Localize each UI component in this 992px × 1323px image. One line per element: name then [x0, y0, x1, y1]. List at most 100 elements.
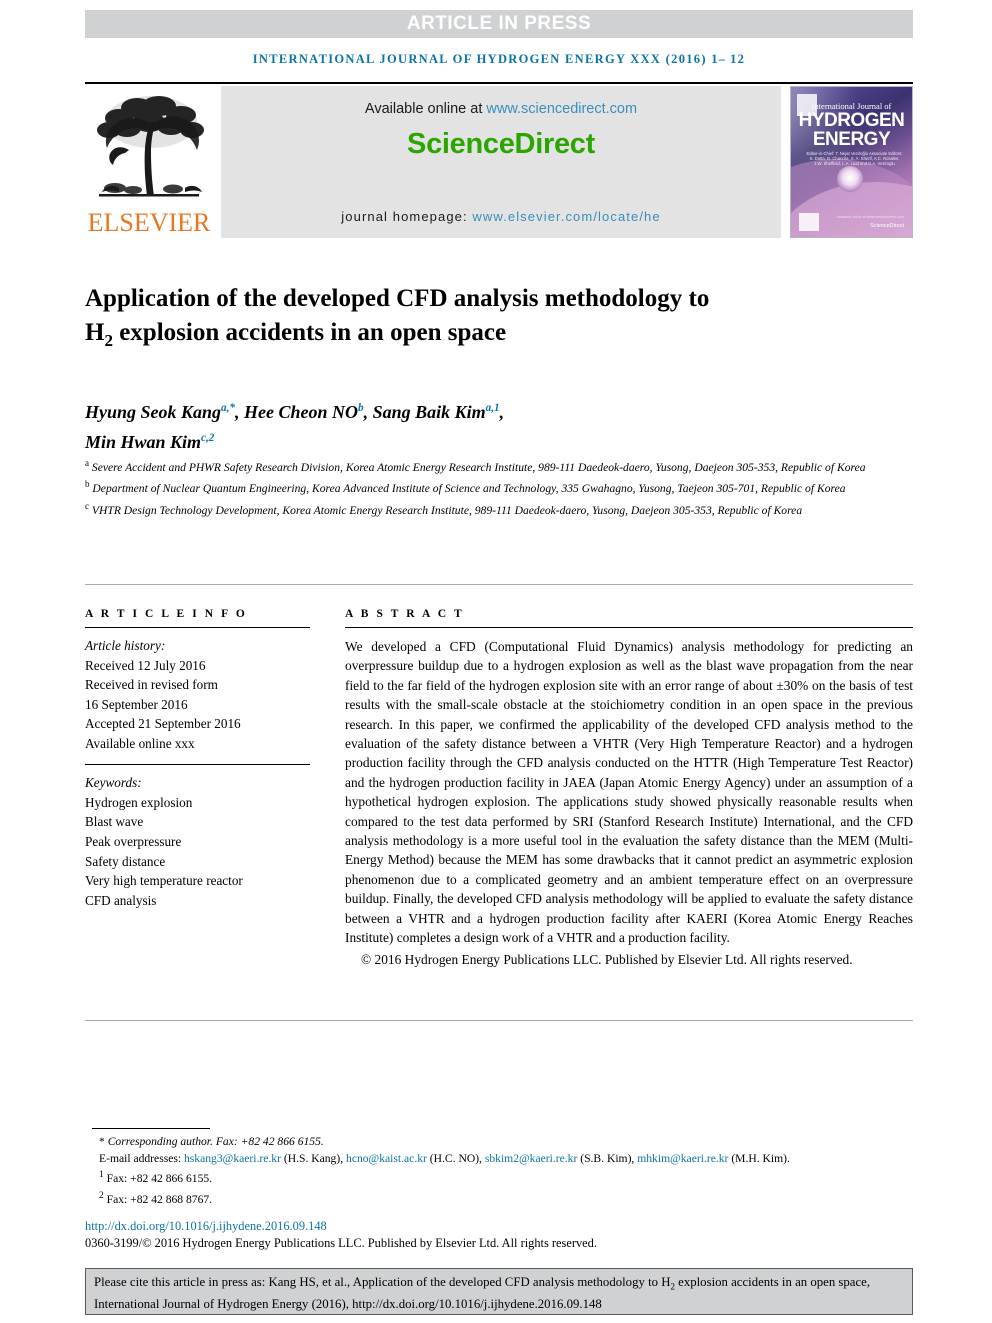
corresponding-author-text: Corresponding author. Fax: +82 42 866 61…	[107, 1135, 324, 1148]
article-first-page: ARTICLE IN PRESS INTERNATIONAL JOURNAL O…	[0, 0, 992, 1323]
doi-link[interactable]: http://dx.doi.org/10.1016/j.ijhydene.201…	[85, 1219, 327, 1234]
abstract-copyright: © 2016 Hydrogen Energy Publications LLC.…	[361, 951, 853, 967]
info-section-top-rule	[85, 584, 913, 585]
journal-homepage-prefix: journal homepage:	[341, 209, 473, 224]
cite-this-article-box: Please cite this article in press as: Ka…	[85, 1268, 913, 1315]
keyword-item: CFD analysis	[85, 892, 157, 908]
author-affiliation-mark: c,2	[201, 432, 215, 444]
author-line-2: Min Hwan Kimc,2	[85, 425, 845, 455]
email-link[interactable]: sbkim2@kaeri.re.kr	[485, 1152, 577, 1165]
article-history-label: Article history:	[85, 638, 166, 653]
article-title: Application of the developed CFD analysi…	[85, 282, 725, 358]
keyword-item: Blast wave	[85, 814, 144, 830]
article-in-press-label: ARTICLE IN PRESS	[406, 13, 592, 34]
abstract-bottom-rule	[85, 1020, 913, 1021]
email-link[interactable]: hskang3@kaeri.re.kr	[184, 1152, 281, 1165]
elsevier-wordmark: ELSEVIER	[87, 208, 211, 237]
cite-part1: Please cite this article in press as: Ka…	[94, 1275, 671, 1289]
abstract-section: A B S T R A C T We developed a CFD (Comp…	[345, 608, 913, 969]
email-link[interactable]: hcno@kaist.ac.kr	[346, 1152, 427, 1165]
affiliation-text: VHTR Design Technology Development, Kore…	[91, 503, 803, 517]
keywords-label: Keywords:	[85, 775, 142, 791]
masthead-top-rule	[85, 82, 913, 84]
history-item: 16 September 2016	[85, 696, 188, 712]
cover-editors: Editor-in-Chief: T. Nejat Veziroğlu Asso…	[806, 151, 903, 167]
cover-title-hydrogen: HYDROGEN	[798, 110, 905, 131]
article-in-press-banner: ARTICLE IN PRESS	[85, 10, 913, 38]
footnote-2-mark: 2	[99, 1190, 104, 1201]
author-affiliation-mark: a,1	[485, 402, 500, 414]
keyword-item: Very high temperature reactor	[85, 873, 243, 889]
affiliation-item: a Severe Accident and PHWR Safety Resear…	[85, 455, 875, 476]
issn-copyright-line: 0360-3199/© 2016 Hydrogen Energy Publica…	[85, 1236, 597, 1250]
affiliation-mark: a	[85, 458, 90, 468]
article-title-subscript: 2	[104, 330, 113, 350]
abstract-heading: A B S T R A C T	[345, 608, 465, 620]
author-name[interactable]: Hyung Seok Kang	[85, 402, 221, 422]
author-name[interactable]: Min Hwan Kim	[85, 432, 201, 452]
article-info-heading: A R T I C L E I N F O	[85, 608, 248, 620]
journal-cover-thumbnail: International Journal of HYDROGEN ENERGY…	[790, 86, 913, 238]
masthead: ELSEVIER Available online at www.science…	[85, 86, 913, 238]
footnote-1-mark: 1	[99, 1170, 104, 1181]
journal-homepage-link[interactable]: www.elsevier.com/locate/he	[472, 209, 660, 224]
affiliation-list: a Severe Accident and PHWR Safety Resear…	[85, 455, 875, 519]
keyword-item: Peak overpressure	[85, 833, 182, 849]
footnote-1-text: Fax: +82 42 866 6155.	[106, 1172, 213, 1186]
keywords-rule	[85, 763, 310, 766]
affiliation-mark: c	[85, 500, 90, 511]
cover-iahe-logo-icon	[799, 213, 819, 231]
keyword-item: Hydrogen explosion	[85, 794, 193, 810]
cover-availability-tag: Available online at www.sciencedirect.co…	[836, 215, 904, 219]
available-online-prefix: Available online at	[364, 101, 487, 117]
email-owner: (H.C. NO),	[429, 1151, 485, 1165]
article-history-block: Article history: Received 12 July 2016 R…	[85, 636, 310, 754]
email-owner: (M.H. Kim).	[731, 1151, 790, 1165]
footnote-separator-rule	[92, 1128, 210, 1129]
abstract-body: We developed a CFD (Computational Fluid …	[345, 639, 913, 946]
cover-sciencedirect-brand: ScienceDirect	[870, 223, 904, 229]
author-line-1: Hyung Seok Kanga,*, Hee Cheon NOb, Sang …	[85, 402, 505, 422]
journal-homepage-line: journal homepage: www.elsevier.com/locat…	[221, 209, 781, 224]
keyword-item: Safety distance	[85, 853, 166, 869]
email-addresses-note: E-mail addresses: hskang3@kaeri.re.kr (H…	[85, 1151, 930, 1168]
email-addresses-label: E-mail addresses:	[99, 1151, 184, 1165]
author-name[interactable]: Sang Baik Kim	[373, 402, 486, 422]
elsevier-logo: ELSEVIER	[85, 86, 213, 238]
history-item: Available online xxx	[85, 735, 195, 751]
history-item: Accepted 21 September 2016	[85, 716, 241, 732]
author-list: Hyung Seok Kanga,*, Hee Cheon NOb, Sang …	[85, 395, 845, 455]
history-item: Received in revised form	[85, 677, 218, 693]
affiliation-text: Severe Accident and PHWR Safety Research…	[91, 460, 866, 474]
footnote-2-text: Fax: +82 42 868 8767.	[106, 1192, 213, 1206]
email-owner: (S.B. Kim),	[580, 1151, 638, 1165]
journal-running-head: INTERNATIONAL JOURNAL OF HYDROGEN ENERGY…	[252, 52, 746, 66]
author-name[interactable]: Hee Cheon NO	[244, 402, 358, 422]
keywords-block: Keywords: Hydrogen explosion Blast wave …	[85, 773, 310, 910]
abstract-rule	[345, 627, 913, 628]
article-info-section: A R T I C L E I N F O Article history: R…	[85, 608, 310, 910]
affiliation-item: b Department of Nuclear Quantum Engineer…	[85, 476, 875, 497]
footnote-1: 1 Fax: +82 42 866 6155.	[85, 1167, 930, 1187]
corresponding-author-note: * Corresponding author. Fax: +82 42 866 …	[99, 1135, 324, 1148]
author-affiliation-mark: a,*	[221, 402, 235, 414]
elsevier-tree-icon	[97, 96, 204, 197]
history-item: Received 12 July 2016	[85, 657, 206, 673]
cover-orb-icon	[837, 166, 863, 192]
sciencedirect-logo[interactable]: ScienceDirect	[221, 128, 781, 161]
sciencedirect-url-link[interactable]: www.sciencedirect.com	[486, 101, 637, 117]
affiliation-mark: b	[85, 479, 90, 490]
available-online-line: Available online at www.sciencedirect.co…	[221, 101, 781, 117]
author-affiliation-mark: b	[357, 402, 364, 414]
affiliation-item: c VHTR Design Technology Development, Ko…	[85, 498, 875, 519]
footnote-2: 2 Fax: +82 42 868 8767.	[85, 1188, 930, 1208]
affiliation-text: Department of Nuclear Quantum Engineerin…	[92, 482, 846, 496]
footnotes-section: * Corresponding author. Fax: +82 42 866 …	[85, 1134, 930, 1208]
cover-title-energy: ENERGY	[812, 129, 891, 150]
sciencedirect-banner: Available online at www.sciencedirect.co…	[221, 86, 781, 238]
email-link[interactable]: mhkim@kaeri.re.kr	[637, 1152, 728, 1165]
article-info-rule	[85, 627, 310, 628]
email-owner: (H.S. Kang),	[283, 1151, 347, 1165]
cite-this-article-text: Please cite this article in press as: Ka…	[94, 1274, 904, 1314]
article-title-part2: explosion accidents in an open space	[112, 318, 507, 346]
